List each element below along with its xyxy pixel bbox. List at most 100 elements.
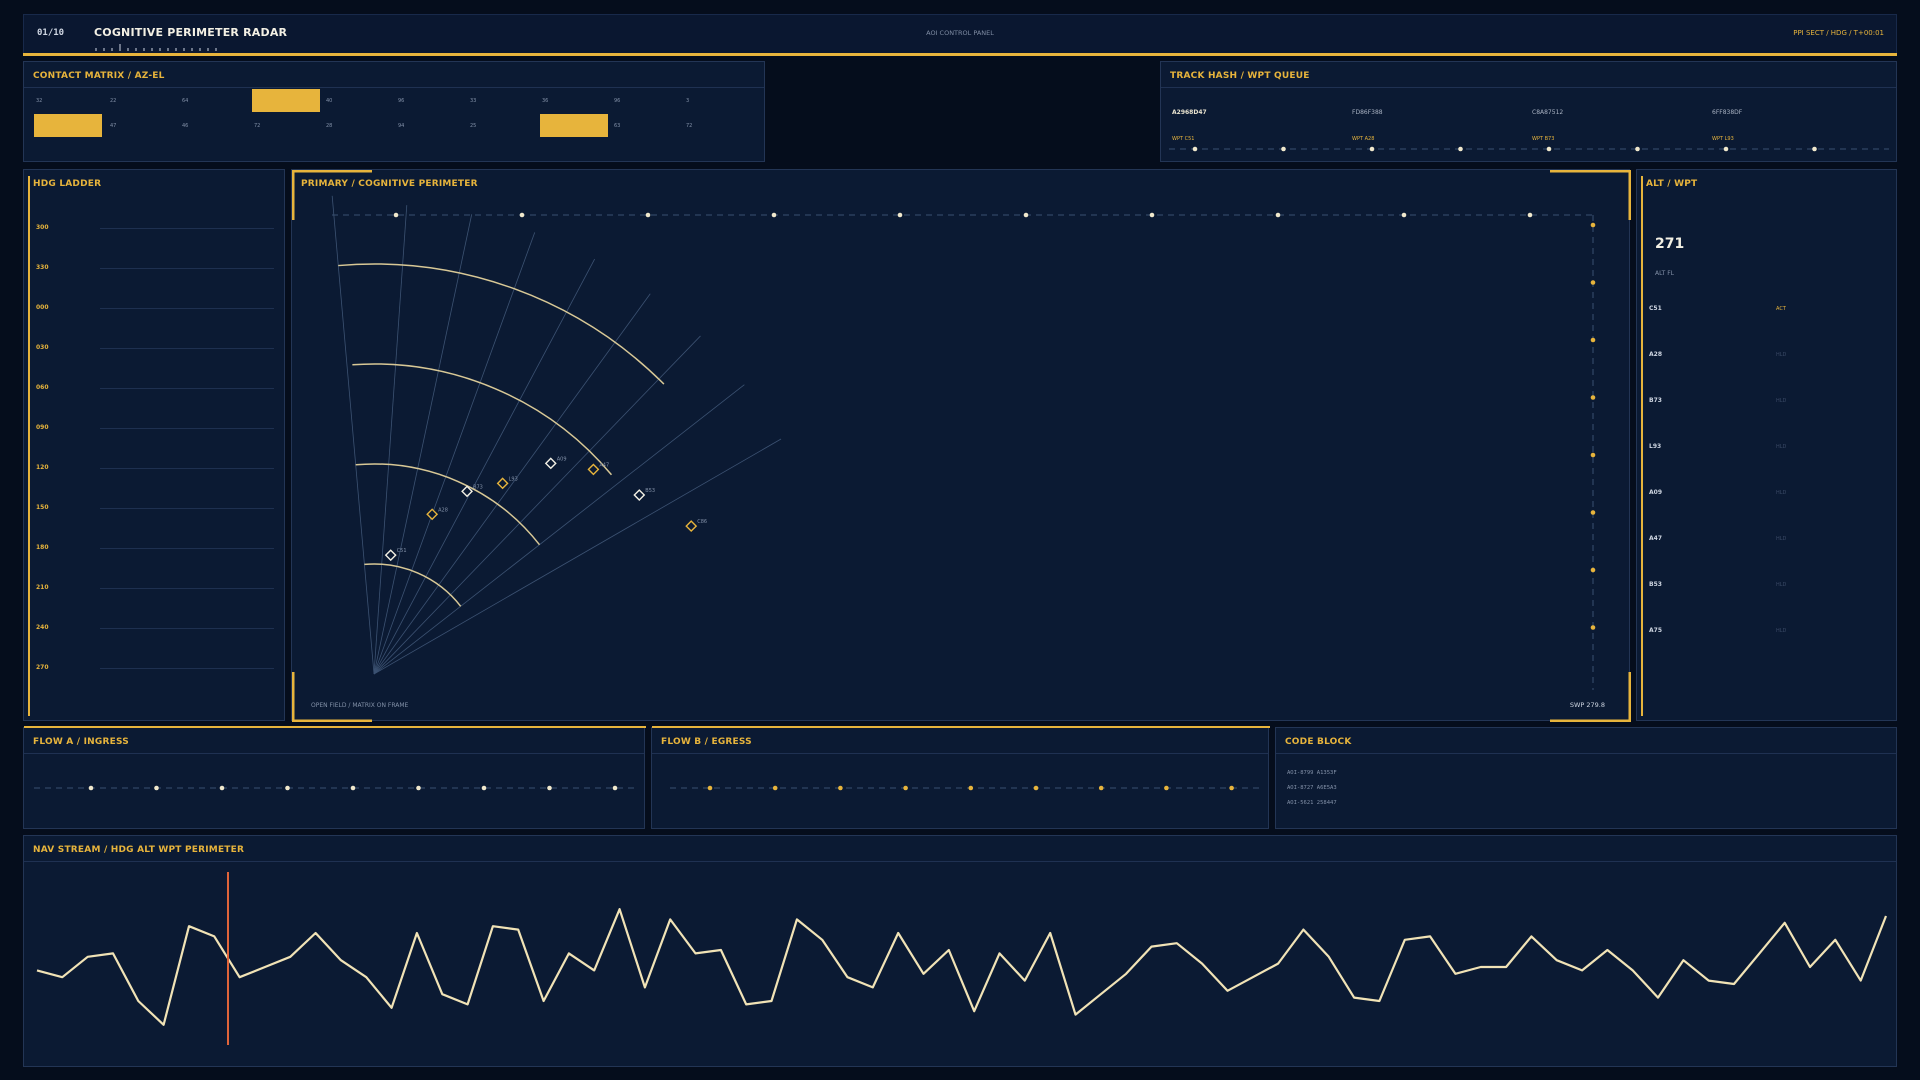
contact-matrix-cell[interactable]: 72 [686,123,692,129]
panel-divider [24,753,644,754]
nav-stream-panel: NAV STREAM / HDG ALT WPT PERIMETER [23,835,1897,1067]
code-line-3[interactable]: AOI-5621 258447 [1287,800,1337,806]
alt-wpt-row-status: HLD [1776,398,1787,404]
header-bar: 01/10 COGNITIVE PERIMETER RADAR AOI CONT… [23,14,1897,54]
hdg-tick-label: 300 [36,224,49,231]
alt-wpt-row-id[interactable]: C51 [1649,305,1662,312]
rail-node [897,212,903,218]
contact-label: B53 [645,488,655,494]
alt-wpt-row-id[interactable]: A75 [1649,627,1662,634]
status-readout: PPI SECT / HDG / T+00:01 [1793,29,1884,37]
hdg-tick-line [100,388,274,389]
rail-node [1401,212,1407,218]
hdg-tick-line [100,228,274,229]
alt-wpt-panel: ALT / WPT 271 ALT FL C51 ACT A28 HLD B73 HLD L… [1636,169,1897,721]
track-node [707,785,713,791]
contact-matrix-highlight[interactable] [540,114,608,137]
code-line-1[interactable]: AOI-8799 A1353F [1287,770,1337,776]
radar-scope[interactable]: C51 A28 B73 L93 A09 A47 B53 C86 [292,170,1631,722]
track-hash-title: TRACK HASH / WPT QUEUE [1170,71,1310,81]
hdg-tick-line [100,548,274,549]
contact-matrix-cell[interactable]: 22 [110,98,116,104]
alt-wpt-row-id[interactable]: L93 [1649,443,1661,450]
hdg-tick-label: 210 [36,584,49,591]
track-node [1098,785,1104,791]
hdg-tick-label: 180 [36,544,49,551]
code-line-2[interactable]: AOI-8727 A6E5A3 [1287,785,1337,791]
contact-matrix-cell[interactable]: 94 [398,123,404,129]
alt-wpt-row-status: HLD [1776,444,1787,450]
contact-matrix-cell[interactable]: 25 [470,123,476,129]
alt-wpt-row-id[interactable]: B73 [1649,397,1662,404]
alt-wpt-row-status: HLD [1776,628,1787,634]
contact-matrix-cell[interactable]: 33 [470,98,476,104]
contact-matrix-highlight[interactable] [252,89,320,112]
radar-spoke [373,232,536,675]
hdg-tick-label: 030 [36,344,49,351]
flow-b-title: FLOW B / EGRESS [661,737,752,747]
contact-matrix-cell[interactable]: 96 [398,98,404,104]
track-hash-panel: TRACK HASH / WPT QUEUE A2968D47 FD86F388… [1160,61,1897,162]
contact-matrix-cell[interactable]: 32 [36,98,42,104]
track-node [1369,146,1375,152]
contact-matrix-cell[interactable]: 40 [326,98,332,104]
contact-label: C51 [397,548,407,554]
radar-spoke [331,195,375,675]
alt-wpt-row-id[interactable]: B53 [1649,581,1662,588]
contact-matrix-cell[interactable]: 36 [542,98,548,104]
contact-matrix-cell[interactable]: 46 [182,123,188,129]
track-hash-1[interactable]: A2968D47 [1172,109,1207,116]
track-hash-3[interactable]: C8A87512 [1532,109,1563,116]
track-node [88,785,94,791]
track-node [1458,146,1463,152]
contact-matrix-cell[interactable]: 3 [686,98,689,104]
header-underline [23,53,1897,56]
ladder-bar [28,176,30,716]
contact-marker [426,508,439,521]
contact-matrix-cell[interactable]: 96 [614,98,620,104]
contact-matrix-cell[interactable]: 28 [326,123,332,129]
contact-marker [685,520,698,533]
hdg-tick-line [100,428,274,429]
track-hash-2[interactable]: FD86F388 [1352,109,1383,116]
track-node [1281,146,1286,152]
track-node [350,785,356,791]
hdg-tick-line [100,588,274,589]
corner-bracket [292,672,372,722]
track-node [772,785,778,791]
hdg-tick-line [100,348,274,349]
contact-matrix-highlight[interactable] [34,114,102,137]
track-node [481,785,487,791]
contact-matrix-cell[interactable]: 47 [110,123,116,129]
alt-wpt-row-id[interactable]: A47 [1649,535,1662,542]
track-node [903,785,908,791]
hdg-ladder-title: HDG LADDER [33,179,102,189]
radar-spoke [373,205,408,675]
contact-matrix-cell[interactable]: 72 [254,123,260,129]
nav-stream-series [36,908,1888,1026]
rail-node [1149,212,1155,218]
contact-label: L93 [509,476,518,482]
corner-bracket [1550,672,1631,722]
rail-node [519,212,525,218]
flow-a-panel: FLOW A / INGRESS [23,726,646,829]
contact-matrix-cell[interactable]: 63 [614,123,620,129]
contact-matrix-cell[interactable]: 64 [182,98,188,104]
track-node [547,785,552,791]
hdg-tick-label: 240 [36,624,49,631]
alt-wpt-row-id[interactable]: A28 [1649,351,1662,358]
wpt-label-2: WPT A28 [1352,136,1375,142]
track-hash-4[interactable]: 6FF838DF [1712,109,1742,116]
nav-stream-chart[interactable] [24,862,1898,1066]
rail-node [393,212,399,218]
wpt-label-4: WPT L93 [1712,136,1734,142]
alt-wpt-row-id[interactable]: A09 [1649,489,1662,496]
track-node [154,785,159,791]
corner-bracket [292,170,372,220]
flow-b-panel: FLOW B / EGRESS [651,726,1270,829]
track-node [1635,146,1640,152]
hdg-tick-line [100,468,274,469]
track-node [1164,785,1169,791]
rail-node [771,212,777,218]
rail-node [1590,222,1596,228]
